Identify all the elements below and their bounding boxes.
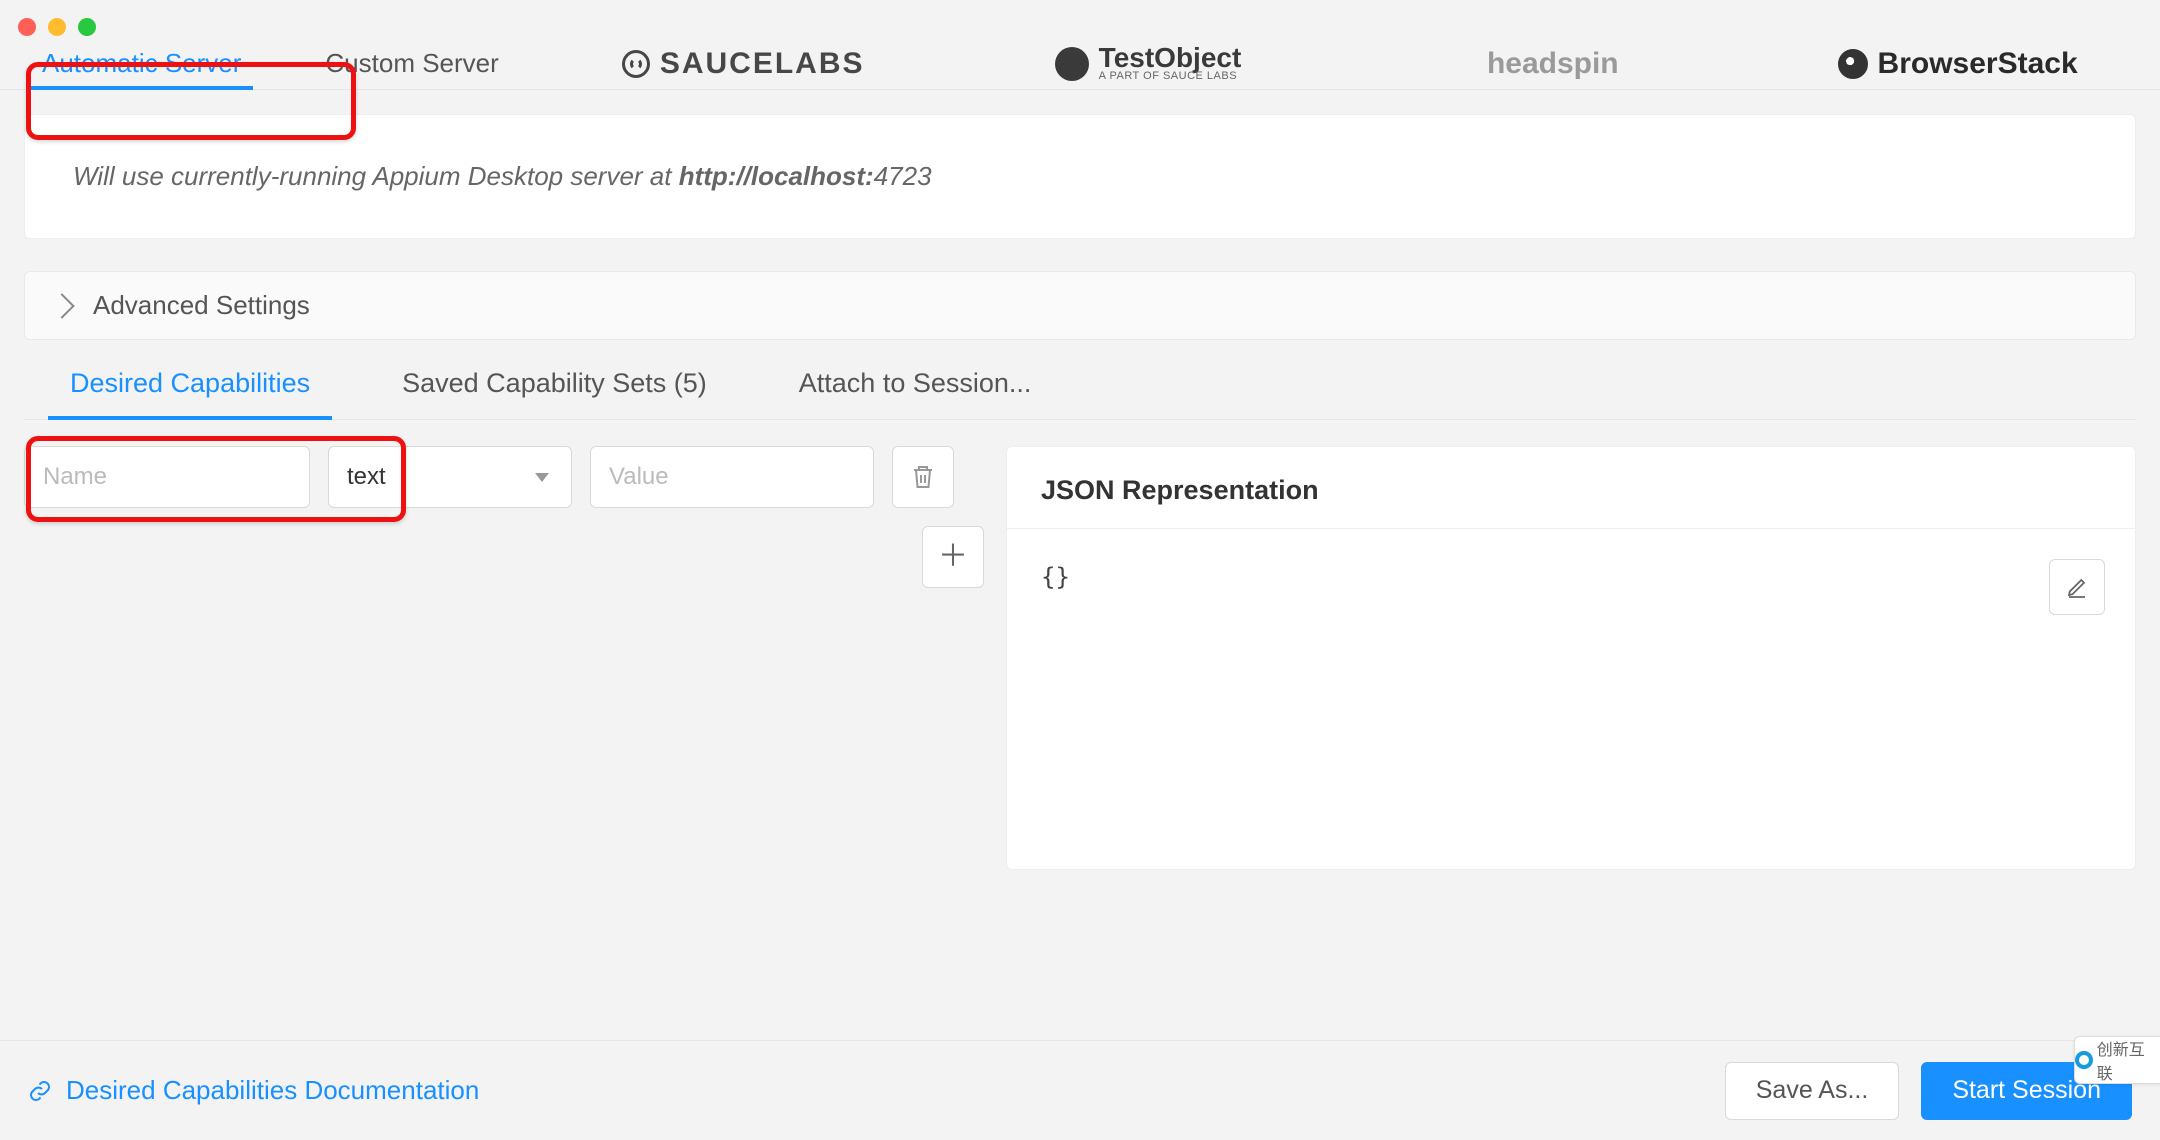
delete-capability-button[interactable] <box>892 446 954 508</box>
content-area: Will use currently-running Appium Deskto… <box>0 90 2160 870</box>
watermark-logo-icon <box>2075 1051 2093 1069</box>
chevron-down-icon <box>535 473 549 482</box>
testobject-label: TestObject <box>1099 45 1242 70</box>
save-as-button-label: Save As... <box>1756 1076 1869 1105</box>
tab-desired-capabilities[interactable]: Desired Capabilities <box>24 348 356 420</box>
tab-saved-capability-sets[interactable]: Saved Capability Sets (5) <box>356 348 753 420</box>
testobject-logo: TestObject A PART OF SAUCE LABS <box>1055 45 1242 82</box>
documentation-link[interactable]: Desired Capabilities Documentation <box>28 1075 479 1106</box>
link-icon <box>28 1079 52 1103</box>
close-window-icon[interactable] <box>18 18 36 36</box>
tab-attach-to-session-label: Attach to Session... <box>799 368 1032 399</box>
capability-editor: text ＋ <box>24 446 984 870</box>
browserstack-logo: BrowserStack <box>1838 47 2078 81</box>
edit-json-button[interactable] <box>2049 559 2105 615</box>
minimize-window-icon[interactable] <box>48 18 66 36</box>
saucelabs-logo: SAUCELABS <box>622 47 865 81</box>
capability-name-input[interactable] <box>24 446 310 508</box>
tab-headspin[interactable]: headspin <box>1350 38 1755 90</box>
tab-desired-capabilities-label: Desired Capabilities <box>70 368 310 399</box>
appium-desktop-window: Automatic Server Custom Server SAUCELABS… <box>0 0 2160 1140</box>
tab-attach-to-session[interactable]: Attach to Session... <box>753 348 1078 420</box>
browserstack-icon <box>1838 49 1868 79</box>
json-panel-content: {} <box>1041 563 1070 591</box>
tab-automatic-server[interactable]: Automatic Server <box>0 38 283 90</box>
server-tab-bar: Automatic Server Custom Server SAUCELABS… <box>0 0 2160 90</box>
chevron-right-icon <box>49 293 74 318</box>
trash-icon <box>911 464 935 490</box>
testobject-gear-icon <box>1055 47 1089 81</box>
server-info-prefix: Will use currently-running Appium Deskto… <box>73 161 679 191</box>
watermark-badge: 创新互联 <box>2074 1036 2160 1084</box>
tab-browserstack[interactable]: BrowserStack <box>1755 38 2160 90</box>
browserstack-label: BrowserStack <box>1878 47 2078 81</box>
tab-testobject[interactable]: TestObject A PART OF SAUCE LABS <box>946 38 1351 90</box>
plus-icon: ＋ <box>938 542 968 572</box>
advanced-settings-label: Advanced Settings <box>93 290 310 321</box>
capability-type-value: text <box>347 463 386 491</box>
capability-type-select[interactable]: text <box>328 446 572 508</box>
window-controls <box>18 18 96 36</box>
capability-tab-bar: Desired Capabilities Saved Capability Se… <box>24 348 2136 420</box>
server-info-card: Will use currently-running Appium Deskto… <box>24 114 2136 239</box>
tab-automatic-server-label: Automatic Server <box>42 48 241 79</box>
json-panel-title: JSON Representation <box>1007 447 2135 529</box>
capability-row: text <box>24 446 984 508</box>
capability-value-input[interactable] <box>590 446 874 508</box>
tab-saved-capability-sets-label: Saved Capability Sets (5) <box>402 368 707 399</box>
tab-custom-server-label: Custom Server <box>325 48 498 79</box>
tab-custom-server[interactable]: Custom Server <box>283 38 540 90</box>
headspin-label: headspin <box>1487 47 1619 81</box>
saucelabs-icon <box>622 50 650 78</box>
capability-body: text ＋ JSON Representation <box>24 420 2136 870</box>
saucelabs-label: SAUCELABS <box>660 47 865 81</box>
json-panel-body: {} <box>1007 529 2135 869</box>
testobject-sublabel: A PART OF SAUCE LABS <box>1099 70 1242 82</box>
json-representation-panel: JSON Representation {} <box>1006 446 2136 870</box>
watermark-label: 创新互联 <box>2097 1036 2160 1084</box>
documentation-link-label: Desired Capabilities Documentation <box>66 1075 479 1106</box>
tab-saucelabs[interactable]: SAUCELABS <box>541 38 946 90</box>
footer-bar: Desired Capabilities Documentation Save … <box>0 1040 2160 1140</box>
add-capability-button[interactable]: ＋ <box>922 526 984 588</box>
save-as-button[interactable]: Save As... <box>1725 1062 1900 1120</box>
pencil-icon <box>2066 576 2088 598</box>
maximize-window-icon[interactable] <box>78 18 96 36</box>
server-info-port: 4723 <box>874 161 932 191</box>
server-info-host: http://localhost: <box>679 161 874 191</box>
advanced-settings-toggle[interactable]: Advanced Settings <box>24 271 2136 340</box>
